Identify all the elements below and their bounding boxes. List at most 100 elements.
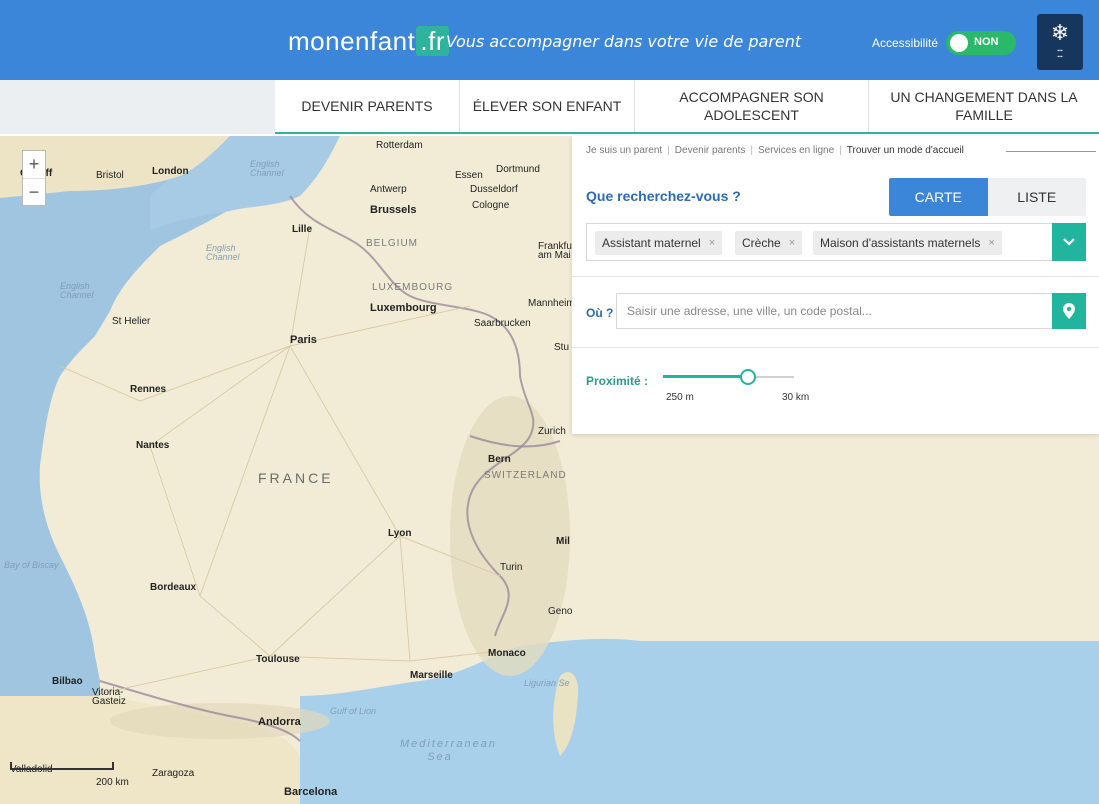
- map-label-english-channel-2: English Channel: [206, 243, 240, 262]
- map-label-monaco: Monaco: [488, 648, 526, 659]
- accessibility-toggle[interactable]: NON: [946, 31, 1016, 55]
- map-label-vitoria: Vitoria-Gasteiz: [92, 687, 126, 707]
- map-label-bordeaux: Bordeaux: [150, 582, 197, 593]
- map-label-lyon: Lyon: [388, 528, 412, 539]
- chip-label: Crèche: [742, 236, 781, 250]
- address-input[interactable]: [617, 294, 1053, 328]
- logo-tld: .fr: [416, 26, 449, 56]
- carte-button[interactable]: CARTE: [889, 178, 988, 216]
- caf-emblem-icon: ❄: [1050, 20, 1070, 45]
- map-label-bilbao: Bilbao: [52, 676, 83, 687]
- breadcrumb-current: Trouver un mode d'accueil: [846, 145, 964, 156]
- main-nav: DEVENIR PARENTS ÉLEVER SON ENFANT ACCOMP…: [0, 80, 1099, 134]
- nav-item-accompagner-adolescent[interactable]: ACCOMPAGNER SON ADOLESCENT: [635, 80, 869, 132]
- map-label-ligurian: Ligurian Se: [524, 678, 570, 688]
- map-label-mediterranean: Mediterranean Sea: [400, 738, 497, 763]
- map-label-stuttgart: Stu: [554, 342, 570, 353]
- map-label-zaragoza: Zaragoza: [152, 768, 195, 779]
- panel-divider: [572, 276, 1099, 277]
- care-type-dropdown-button[interactable]: [1052, 223, 1086, 261]
- chip-maison-assistants[interactable]: Maison d'assistants maternels ×: [813, 231, 1002, 255]
- zoom-in-button[interactable]: +: [23, 151, 45, 178]
- map-label-belgium: BELGIUM: [366, 238, 419, 249]
- map-label-dusseldorf: Dusseldorf: [470, 184, 518, 195]
- map-label-mannheim: Mannheim: [528, 298, 575, 309]
- bay-water: [0, 681, 100, 696]
- map-label-andorra: Andorra: [258, 716, 301, 728]
- breadcrumb-item[interactable]: Devenir parents: [675, 145, 746, 156]
- map-label-luxembourg-country: LUXEMBOURG: [372, 282, 454, 293]
- nav-item-devenir-parents[interactable]: DEVENIR PARENTS: [275, 80, 460, 132]
- map-label-brussels: Brussels: [370, 204, 417, 216]
- view-switch: CARTE LISTE: [889, 178, 1086, 216]
- toggle-knob: [950, 34, 968, 52]
- map-label-rotterdam: Rotterdam: [376, 140, 423, 151]
- map-label-bristol: Bristol: [96, 170, 124, 181]
- zoom-out-button[interactable]: −: [23, 178, 45, 205]
- chevron-down-icon: [1063, 238, 1075, 246]
- nav-item-elever-son-enfant[interactable]: ÉLEVER SON ENFANT: [460, 80, 635, 132]
- map-label-lille: Lille: [292, 224, 313, 235]
- breadcrumb-line: [1006, 151, 1096, 152]
- map-label-milan: Mil: [556, 536, 570, 547]
- panel-divider: [572, 347, 1099, 348]
- map-label-toulouse: Toulouse: [256, 654, 300, 665]
- care-type-select[interactable]: Assistant maternel × Crèche × Maison d'ass…: [586, 223, 1086, 261]
- map-label-gulf-of-lion: Gulf of Lion: [330, 706, 377, 716]
- map-label-st-helier: St Helier: [112, 316, 151, 327]
- site-tagline: Vous accompagner dans votre vie de paren…: [446, 32, 802, 51]
- address-field: [616, 293, 1086, 329]
- map-pin-icon: [1063, 303, 1075, 319]
- map-zoom-control: + −: [22, 150, 46, 206]
- remove-icon[interactable]: ×: [789, 237, 795, 249]
- map-label-zurich: Zurich: [538, 426, 566, 437]
- proximity-max-label: 30 km: [782, 392, 810, 403]
- map-label-barcelona: Barcelona: [284, 786, 338, 798]
- where-label: Où ?: [586, 306, 614, 320]
- chip-label: Maison d'assistants maternels: [820, 236, 981, 250]
- locate-button[interactable]: [1052, 293, 1086, 329]
- map-label-turin: Turin: [500, 562, 523, 573]
- remove-icon[interactable]: ×: [709, 237, 715, 249]
- map-label-bern: Bern: [488, 454, 511, 465]
- nav-items: DEVENIR PARENTS ÉLEVER SON ENFANT ACCOMP…: [275, 80, 1099, 134]
- map-label-paris: Paris: [290, 334, 317, 346]
- chip-assistant-maternel[interactable]: Assistant maternel ×: [595, 231, 723, 255]
- breadcrumb-item[interactable]: Je suis un parent: [586, 145, 662, 156]
- app-root: monenfant .fr Vous accompagner dans votre…: [0, 0, 1099, 804]
- proximity-slider-fill: [663, 375, 748, 378]
- map-label-bay-of-biscay: Bay of Biscay: [4, 560, 59, 570]
- proximity-min-label: 250 m: [666, 392, 694, 403]
- breadcrumb-item[interactable]: Services en ligne: [758, 145, 834, 156]
- map-label-france: FRANCE: [258, 470, 334, 486]
- map-label-london: London: [152, 166, 189, 177]
- map-label-cologne: Cologne: [472, 200, 510, 211]
- search-question: Que recherchez-vous ?: [586, 188, 741, 204]
- proximity-slider-handle[interactable]: [740, 369, 756, 385]
- accessibility-label: Accessibilité: [872, 36, 939, 50]
- toggle-state-label: NON: [974, 36, 999, 48]
- liste-button[interactable]: LISTE: [987, 178, 1086, 216]
- map-label-essen: Essen: [455, 170, 483, 181]
- caf-logo[interactable]: ❄ ▪▪▪ ▪▪▪: [1037, 14, 1083, 70]
- alps-relief: [450, 396, 570, 676]
- map-label-frankfurt: Frankfu am Mai: [538, 241, 572, 261]
- map-label-antwerp: Antwerp: [370, 184, 407, 195]
- map-label-english-channel-3: English Channel: [60, 281, 94, 300]
- map-label-english-channel-1: English Channel: [250, 159, 284, 178]
- chip-label: Assistant maternel: [602, 236, 701, 250]
- site-logo[interactable]: monenfant .fr: [288, 26, 449, 57]
- map-scale-bar: [10, 762, 114, 770]
- caf-logo-text: ▪▪▪ ▪▪▪: [1057, 48, 1063, 60]
- road-network: [59, 225, 501, 697]
- chip-creche[interactable]: Crèche ×: [735, 231, 803, 255]
- map-scale-label: 200 km: [96, 777, 129, 788]
- remove-icon[interactable]: ×: [988, 237, 994, 249]
- search-panel: Je suis un parent | Devenir parents | Servic…: [572, 136, 1099, 434]
- mediterranean-water: [300, 638, 1099, 804]
- nav-item-changement-famille[interactable]: UN CHANGEMENT DANS LA FAMILLE: [869, 80, 1099, 132]
- breadcrumb: Je suis un parent | Devenir parents | Servic…: [586, 145, 964, 156]
- logo-main: monenfant: [288, 26, 416, 56]
- map-label-marseille: Marseille: [410, 670, 453, 681]
- proximity-label: Proximité :: [586, 374, 649, 388]
